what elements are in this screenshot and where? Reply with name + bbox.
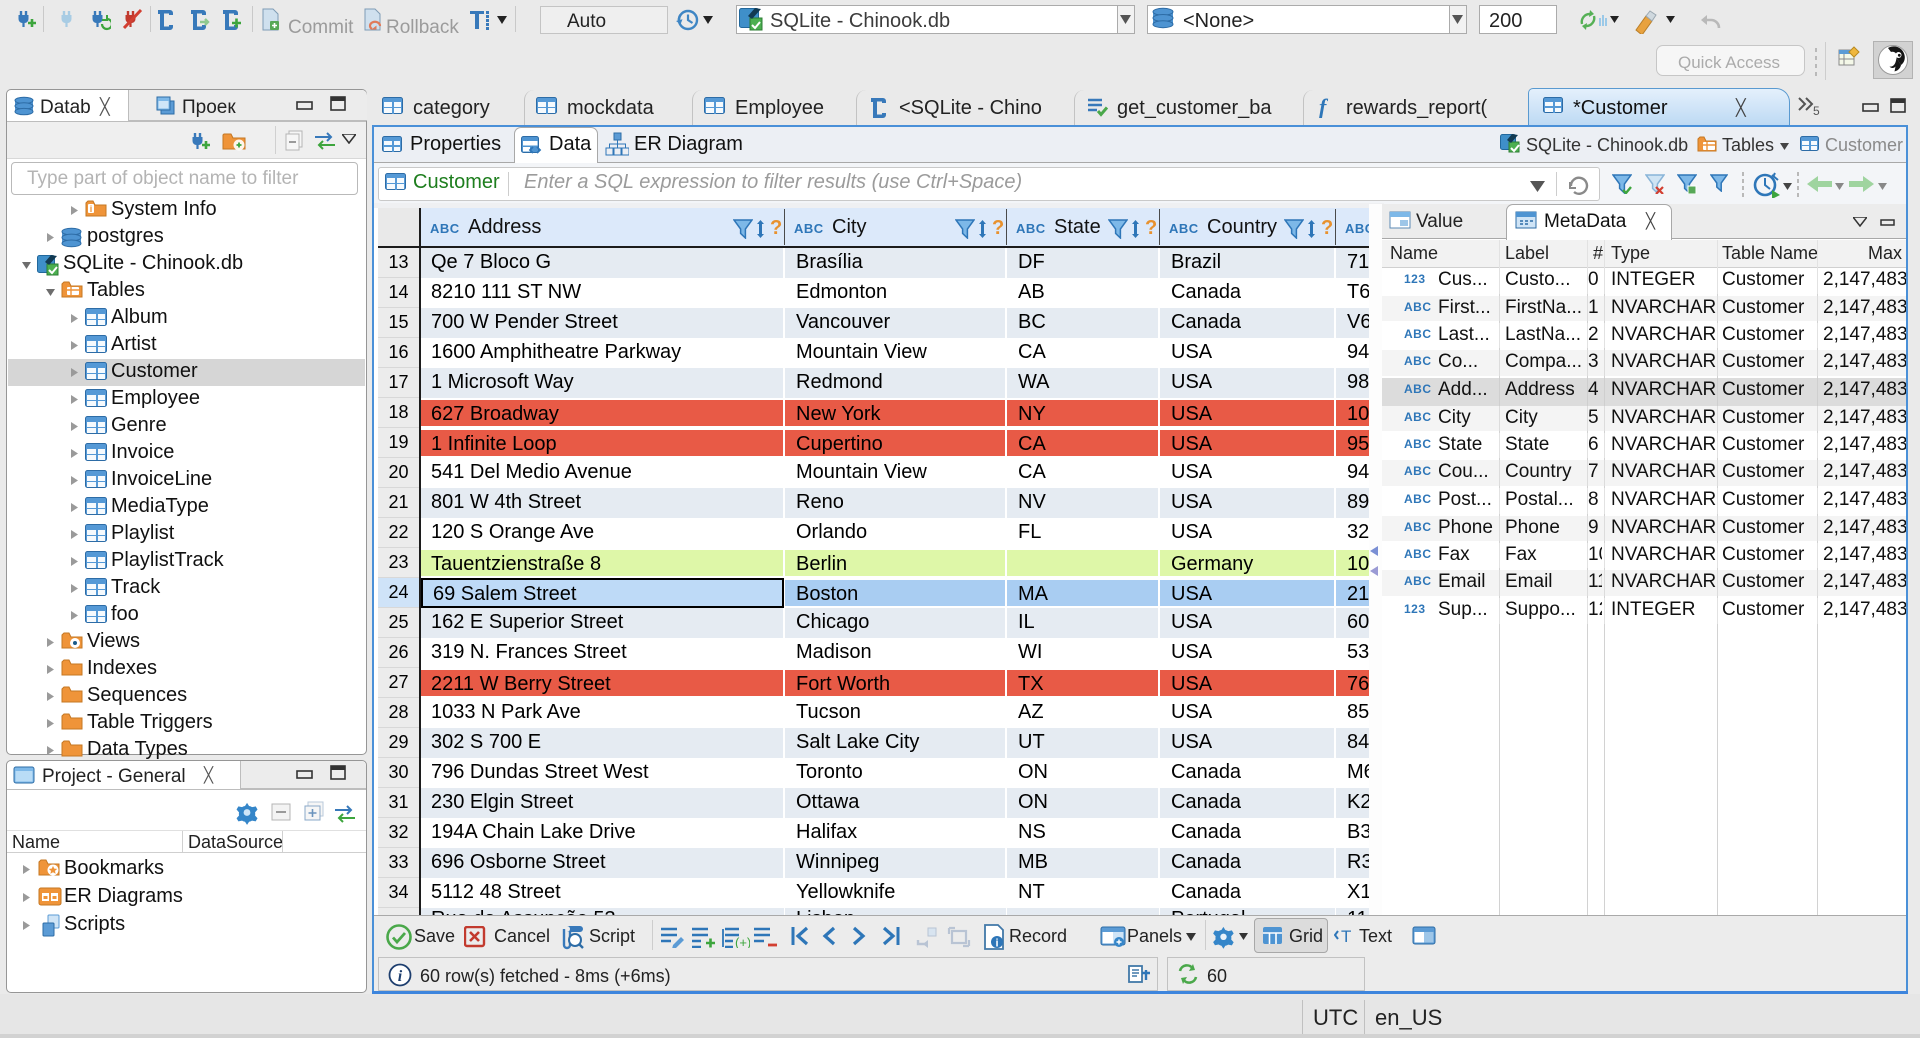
- svg-text:T: T: [1341, 927, 1351, 946]
- svg-text:i: i: [90, 204, 93, 214]
- svg-text:f: f: [1319, 96, 1329, 118]
- svg-text:i: i: [398, 968, 403, 985]
- svg-text:(+): (+): [735, 935, 750, 948]
- svg-text:i: i: [995, 938, 998, 950]
- svg-text:5: 5: [1813, 104, 1820, 117]
